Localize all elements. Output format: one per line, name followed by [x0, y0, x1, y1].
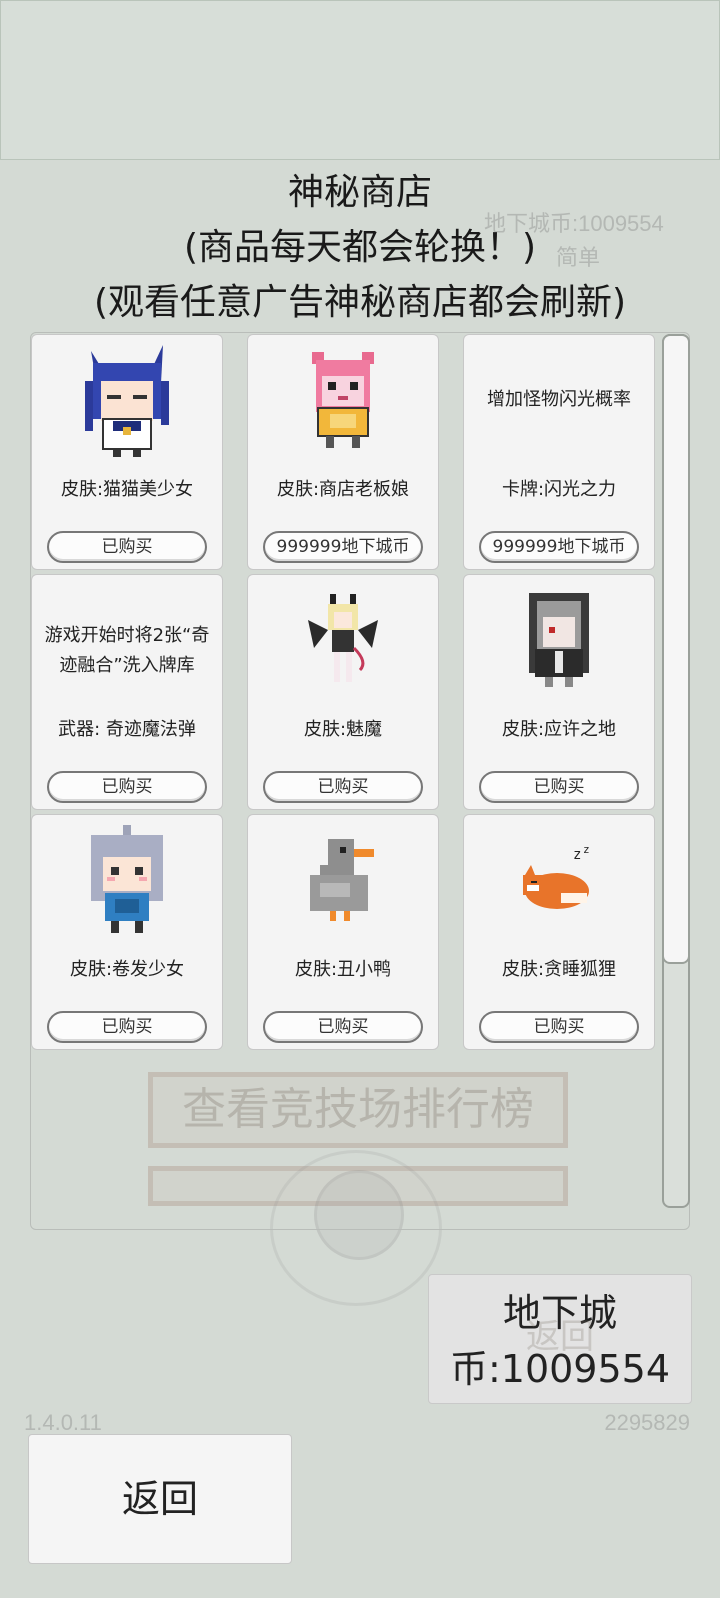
purchased-button[interactable]: 已购买	[263, 771, 423, 803]
purchased-button[interactable]: 已购买	[479, 1011, 639, 1043]
shop-item-card[interactable]: 皮肤:卷发少女 已购买	[31, 814, 223, 1050]
purchased-button[interactable]: 已购买	[263, 1011, 423, 1043]
buy-button[interactable]: 999999地下城币	[263, 531, 423, 563]
back-button[interactable]: 返回	[28, 1434, 292, 1564]
shop-item-label: 武器: 奇迹魔法弹	[58, 719, 196, 740]
shop-item-card[interactable]: 皮肤:魅魔 已购买	[247, 574, 439, 810]
svg-text:z: z	[573, 847, 581, 863]
shop-item-card[interactable]: 游戏开始时将2张“奇迹融合”洗入牌库 武器: 奇迹魔法弹 已购买	[31, 574, 223, 810]
hooded-girl-icon	[464, 575, 654, 705]
shop-item-card[interactable]: 增加怪物闪光概率 卡牌:闪光之力 999999地下城币	[463, 334, 655, 570]
scrollbar-thumb[interactable]	[662, 334, 690, 964]
shop-item-label: 皮肤:丑小鸭	[294, 959, 392, 980]
shop-item-card[interactable]: 皮肤:应许之地 已购买	[463, 574, 655, 810]
shop-item-card[interactable]: 皮肤:丑小鸭 已购买	[247, 814, 439, 1050]
curly-girl-icon	[32, 815, 222, 945]
version-label: 1.4.0.11	[24, 1410, 102, 1435]
shop-item-label: 皮肤:魅魔	[303, 719, 383, 740]
duck-icon	[248, 815, 438, 945]
shop-item-label: 皮肤:猫猫美少女	[60, 479, 194, 500]
player-id: 2295829	[604, 1410, 690, 1435]
sleeping-fox-icon: z z	[464, 815, 654, 945]
top-band	[0, 0, 720, 160]
cat-girl-icon	[32, 335, 222, 465]
succubus-icon	[248, 575, 438, 705]
shop-item-label: 皮肤:贪睡狐狸	[501, 959, 617, 980]
svg-text:z: z	[583, 845, 590, 856]
shop-item-label: 皮肤:商店老板娘	[276, 479, 410, 500]
shop-item-description: 增加怪物闪光概率	[487, 389, 631, 410]
purchased-button[interactable]: 已购买	[47, 771, 207, 803]
bg-back-label: 返回	[526, 1317, 594, 1357]
purchased-button[interactable]: 已购买	[479, 771, 639, 803]
shop-subtitle-rotation: (商品每天都会轮换！)	[183, 227, 537, 268]
coin-balance: 地下城 币:1009554 返回	[428, 1274, 692, 1404]
buy-button[interactable]: 999999地下城币	[479, 531, 639, 563]
shop-lady-icon	[248, 335, 438, 465]
purchased-button[interactable]: 已购买	[47, 1011, 207, 1043]
shop-item-card[interactable]: z z 皮肤:贪睡狐狸 已购买	[463, 814, 655, 1050]
shop-item-card[interactable]: 皮肤:商店老板娘 999999地下城币	[247, 334, 439, 570]
shop-subtitle-refresh: (观看任意广告神秘商店都会刷新)	[93, 282, 627, 323]
shop-title: 神秘商店	[287, 172, 432, 213]
shop-item-label: 皮肤:卷发少女	[69, 959, 185, 980]
shop-item-description: 游戏开始时将2张“奇迹融合”洗入牌库	[44, 625, 210, 676]
shop-item-label: 卡牌:闪光之力	[501, 479, 617, 500]
shop-item-card[interactable]: 皮肤:猫猫美少女 已购买	[31, 334, 223, 570]
shop-item-label: 皮肤:应许之地	[501, 719, 617, 740]
purchased-button[interactable]: 已购买	[47, 531, 207, 563]
